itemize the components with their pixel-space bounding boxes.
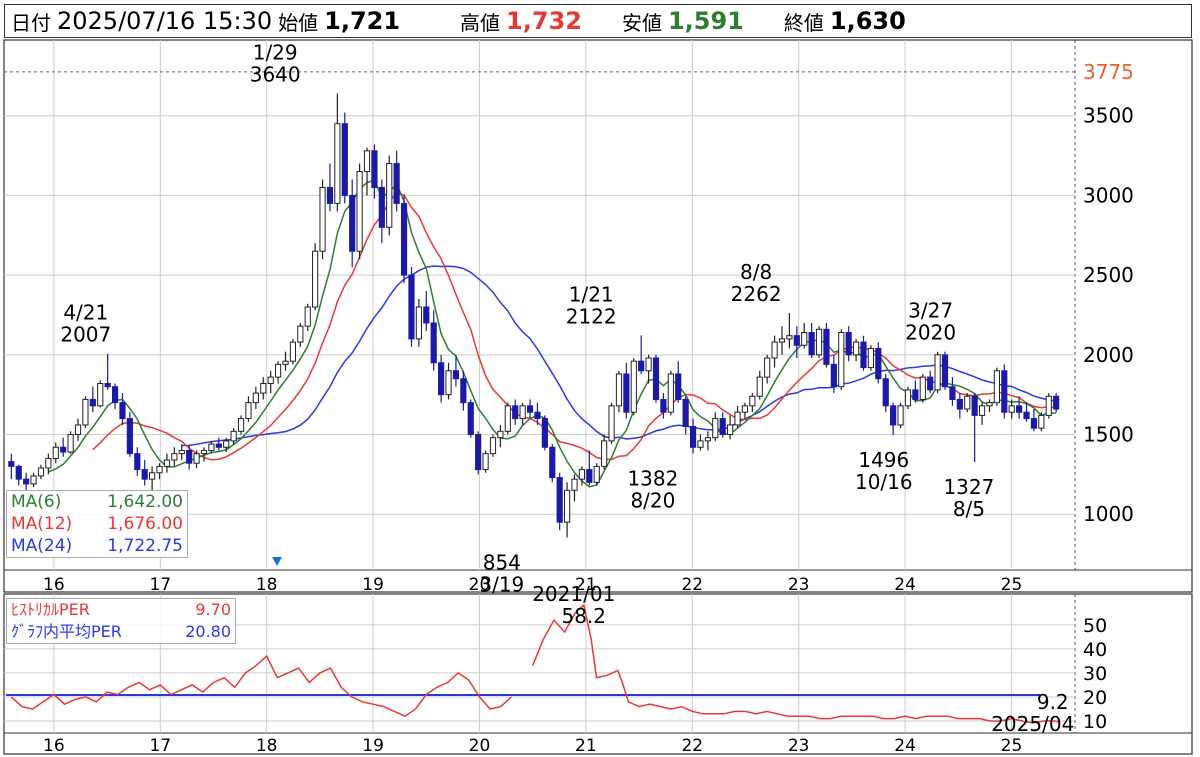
y-tick-label: 40 — [1083, 639, 1107, 661]
per-line — [10, 654, 512, 718]
legend-value: 1,642.00 — [107, 492, 183, 512]
y-tick-label: 10 — [1083, 711, 1107, 733]
y-tick-label: 30 — [1083, 663, 1107, 685]
per-legend: ﾋｽﾄﾘｶﾙPER 9.70 ｸﾞﾗﾌ内平均PER 20.80 — [6, 598, 236, 644]
x-tick-label: 18 — [256, 736, 278, 756]
legend-row-avg-per: ｸﾞﾗﾌ内平均PER 20.80 — [11, 621, 231, 643]
per-line — [532, 603, 1060, 724]
legend-value: 1,722.75 — [107, 536, 183, 556]
legend-row-per: ﾋｽﾄﾘｶﾙPER 9.70 — [11, 599, 231, 621]
y-tick-label: 20 — [1083, 687, 1107, 709]
legend-value: 20.80 — [185, 622, 231, 641]
ma-legend: MA(6) 1,642.00 MA(12) 1,676.00 MA(24) 1,722… — [6, 490, 188, 558]
x-tick-label: 25 — [1001, 736, 1023, 756]
legend-value: 9.70 — [195, 600, 231, 619]
legend-label: MA(24) — [11, 536, 73, 556]
legend-row-ma12: MA(12) 1,676.00 — [11, 513, 183, 535]
y-tick-label: 50 — [1083, 615, 1107, 637]
annotation-date: 2025/04 — [991, 712, 1074, 736]
legend-label: MA(12) — [11, 514, 73, 534]
legend-row-ma6: MA(6) 1,642.00 — [11, 491, 183, 513]
legend-label: MA(6) — [11, 492, 62, 512]
legend-label: ﾋｽﾄﾘｶﾙPER — [11, 600, 90, 619]
legend-row-ma24: MA(24) 1,722.75 — [11, 535, 183, 557]
x-tick-label: 22 — [681, 736, 703, 756]
x-tick-label: 21 — [575, 736, 597, 756]
annotation-value: 9.2 — [1037, 690, 1069, 714]
x-tick-label: 20 — [469, 736, 491, 756]
x-tick-label: 19 — [362, 736, 384, 756]
x-tick-label: 16 — [43, 736, 65, 756]
legend-value: 1,676.00 — [107, 514, 183, 534]
annotation-date: 2021/01 — [532, 582, 615, 606]
x-tick-label: 17 — [149, 736, 171, 756]
annotation-value: 58.2 — [561, 604, 606, 628]
legend-label: ｸﾞﾗﾌ内平均PER — [11, 622, 122, 641]
x-tick-label: 23 — [788, 736, 810, 756]
chart-stage: 日付 2025/07/16 15:30 始値 1,721 高値 1,732 安値… — [0, 0, 1200, 757]
x-tick-label: 24 — [894, 736, 916, 756]
